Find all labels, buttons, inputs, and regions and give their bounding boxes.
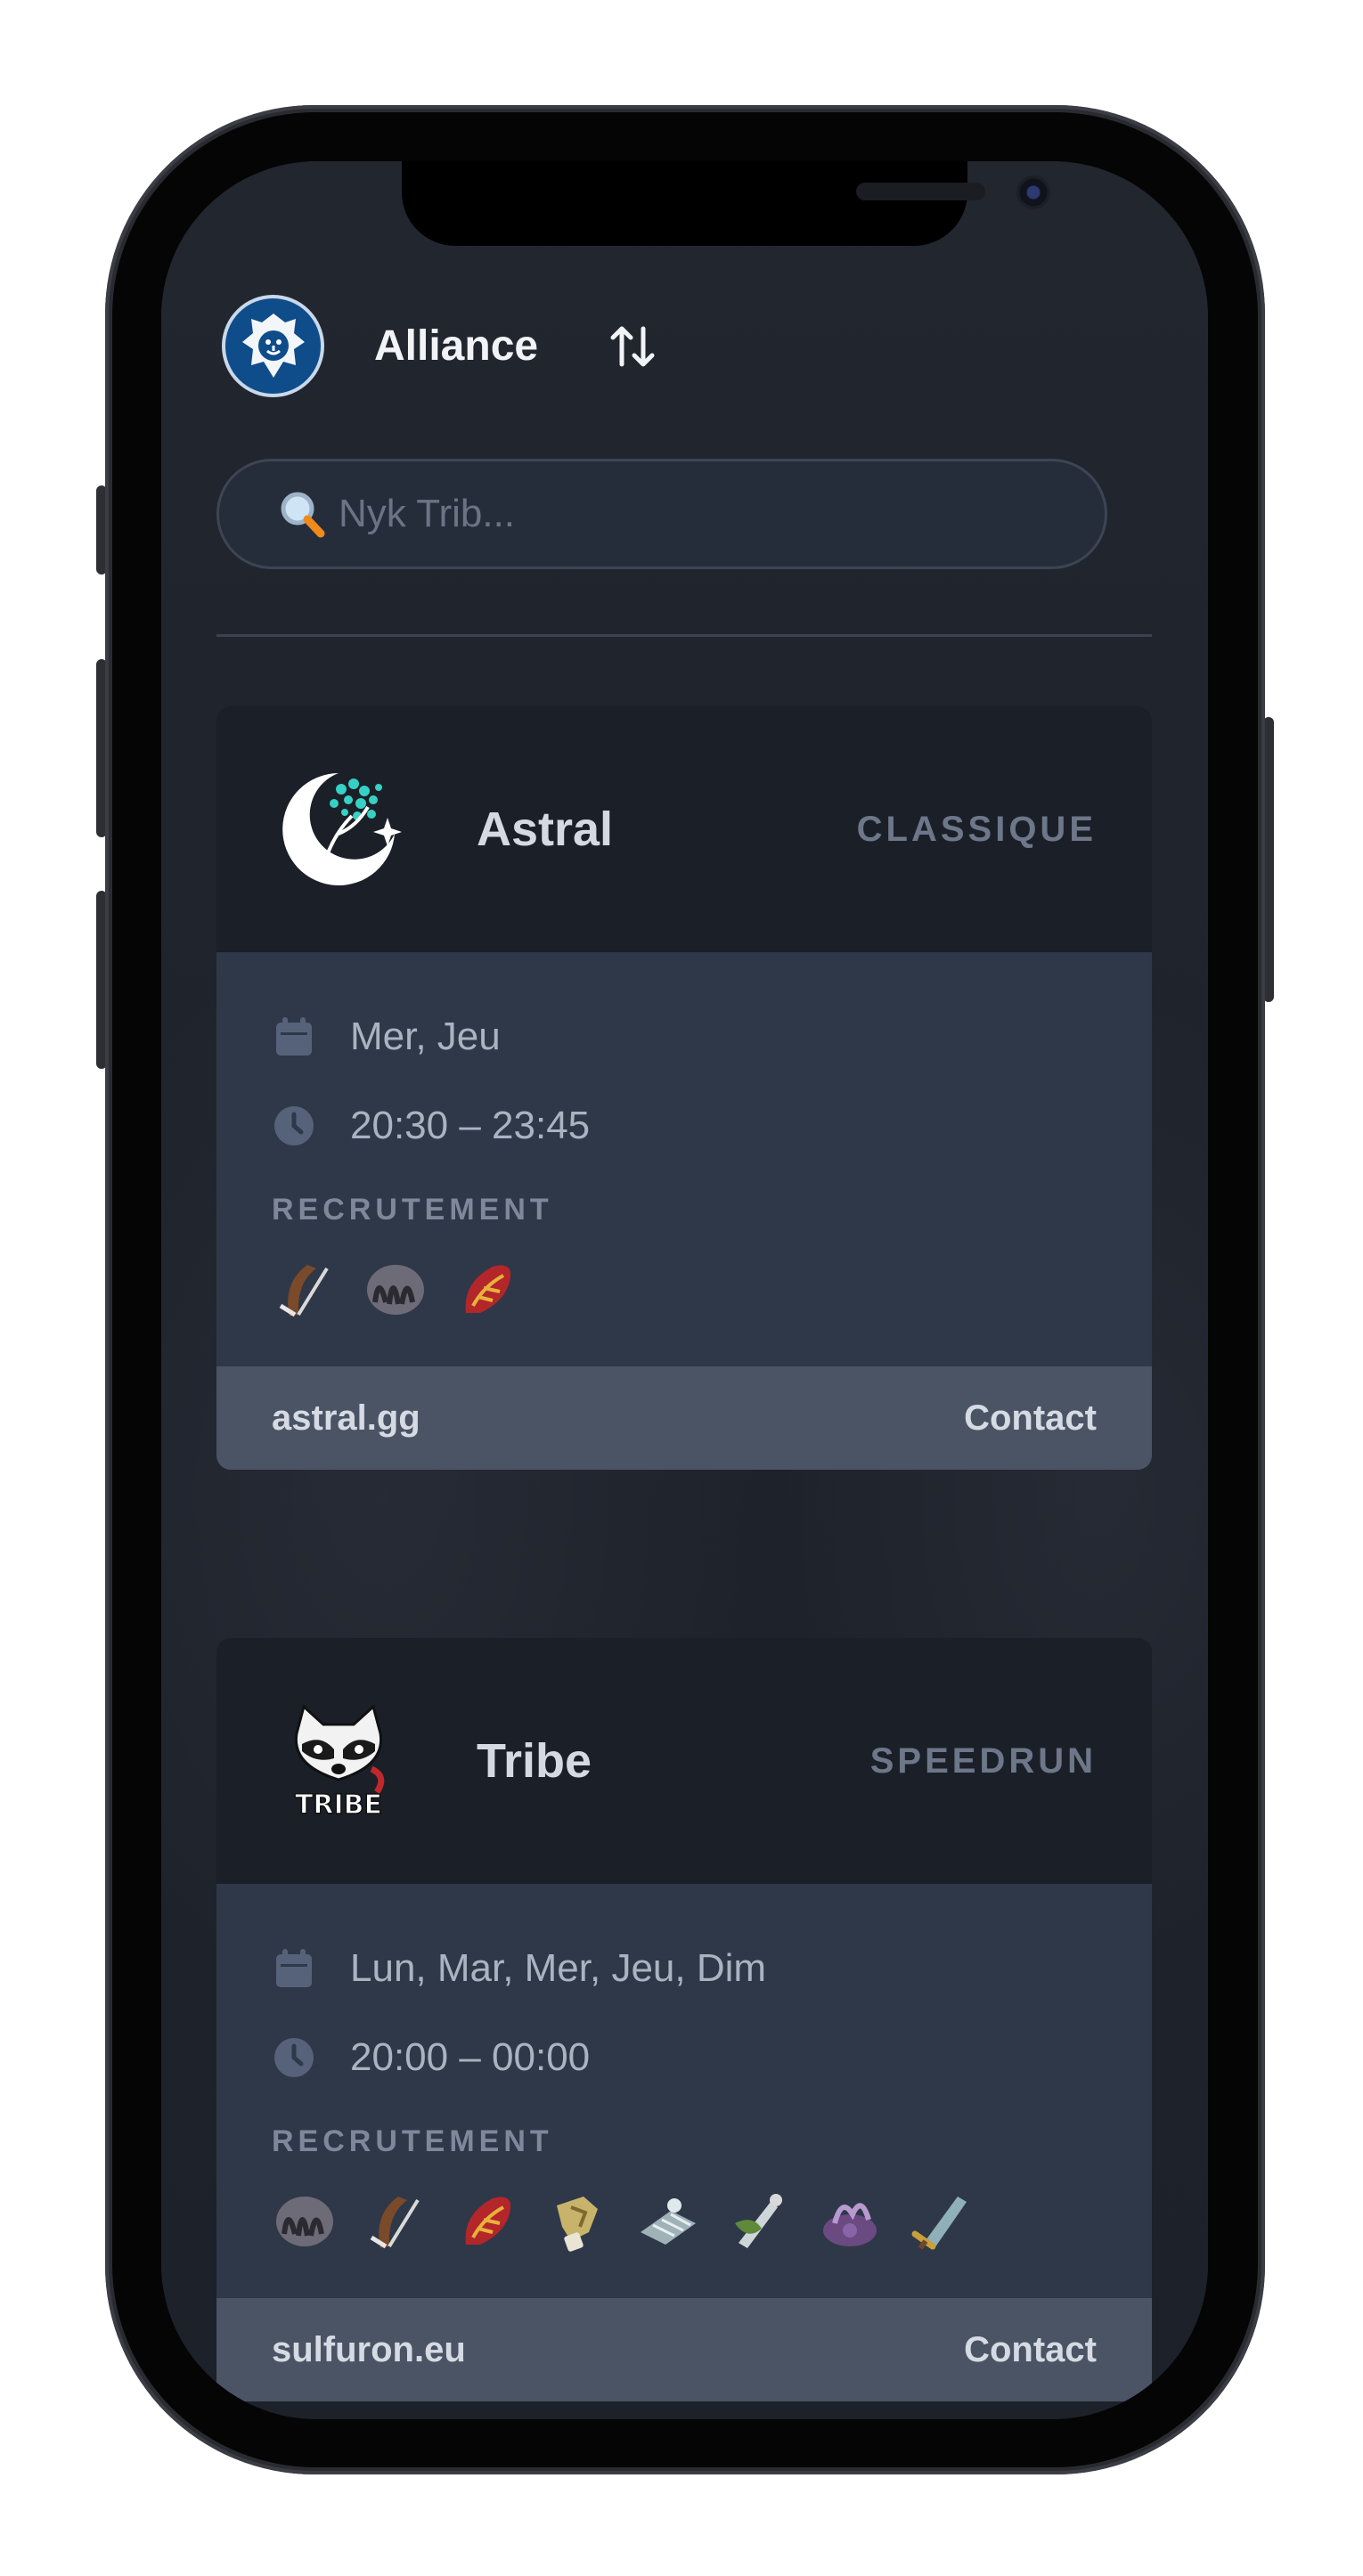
contact-button[interactable]: Contact <box>964 2330 1097 2370</box>
druid-icon <box>276 2197 333 2246</box>
app-header: Alliance <box>222 295 659 397</box>
guild-mode-badge: CLASSIQUE <box>856 809 1097 849</box>
guild-mode-badge: SPEEDRUN <box>869 1740 1097 1781</box>
lion-crest-icon[interactable] <box>222 295 324 397</box>
hunter-icon <box>279 1265 329 1317</box>
phone-notch <box>402 161 1050 246</box>
schedule-hours-row: 20:00 – 00:00 <box>272 2035 1097 2080</box>
search-bar[interactable] <box>216 459 1107 569</box>
guild-name: Astral <box>477 803 614 856</box>
guild-card-body: Mer, Jeu 20:30 – 23:45 RECRUTEMENT <box>216 952 1152 1366</box>
warlock-icon <box>823 2203 877 2246</box>
druid-icon <box>367 1265 424 1315</box>
faction-name: Alliance <box>374 322 539 370</box>
schedule-days-row: Mer, Jeu <box>272 1015 1097 1059</box>
guild-card[interactable]: Astral CLASSIQUE Mer, Jeu 20:30 – 23:45 <box>216 706 1152 1470</box>
schedule-days: Mer, Jeu <box>350 1015 501 1058</box>
schedule-days: Lun, Mar, Mer, Jeu, Dim <box>350 1946 767 1990</box>
guild-card-header: TRIBE Tribe SPEEDRUN <box>216 1638 1152 1884</box>
hunter-icon <box>370 2197 420 2249</box>
phone-screen: Alliance Nyk Trib... Astral CLASSIQUE Me… <box>161 161 1208 2419</box>
recruitment-classes <box>272 2188 1097 2254</box>
recruitment-label: RECRUTEMENT <box>272 1193 553 1227</box>
mage-icon <box>465 1265 511 1313</box>
search-input[interactable] <box>339 492 1033 536</box>
schedule-hours: 20:30 – 23:45 <box>350 1104 591 1147</box>
contact-button[interactable]: Contact <box>964 1398 1097 1439</box>
mage-icon <box>465 2197 511 2245</box>
calendar-icon <box>276 1017 312 1056</box>
sort-arrows-icon[interactable] <box>606 320 659 373</box>
guild-card-footer: astral.gg Contact <box>216 1366 1152 1470</box>
rogue-icon <box>735 2194 782 2248</box>
clock-icon <box>274 2038 314 2077</box>
priest-icon <box>641 2198 696 2245</box>
guild-card-header: Astral CLASSIQUE <box>216 706 1152 952</box>
paladin-icon <box>557 2197 598 2252</box>
raccoon-tribe-logo: TRIBE <box>272 1694 405 1828</box>
guild-card[interactable]: TRIBE Tribe SPEEDRUN Lun, Mar, Mer, Jeu,… <box>216 1638 1152 2401</box>
recruitment-label: RECRUTEMENT <box>272 2124 553 2158</box>
guild-card-footer: sulfuron.eu Contact <box>216 2298 1152 2401</box>
schedule-days-row: Lun, Mar, Mer, Jeu, Dim <box>272 1946 1097 1991</box>
front-camera <box>1016 175 1050 209</box>
divider <box>216 634 1152 637</box>
guild-website-link[interactable]: astral.gg <box>272 1398 420 1439</box>
schedule-hours-row: 20:30 – 23:45 <box>272 1104 1097 1148</box>
recruitment-classes <box>272 1256 1097 1322</box>
schedule-hours: 20:00 – 00:00 <box>350 2035 591 2079</box>
svg-text:TRIBE: TRIBE <box>295 1789 382 1821</box>
moon-tree-logo <box>272 762 405 896</box>
clock-icon <box>274 1106 314 1145</box>
calendar-icon <box>276 1949 312 1987</box>
warrior-icon <box>911 2197 967 2250</box>
guild-card-body: Lun, Mar, Mer, Jeu, Dim 20:00 – 00:00 RE… <box>216 1884 1152 2298</box>
magnifying-glass-icon <box>274 487 328 541</box>
guild-website-link[interactable]: sulfuron.eu <box>272 2330 466 2370</box>
earpiece-speaker <box>856 183 985 200</box>
guild-name: Tribe <box>477 1734 592 1788</box>
